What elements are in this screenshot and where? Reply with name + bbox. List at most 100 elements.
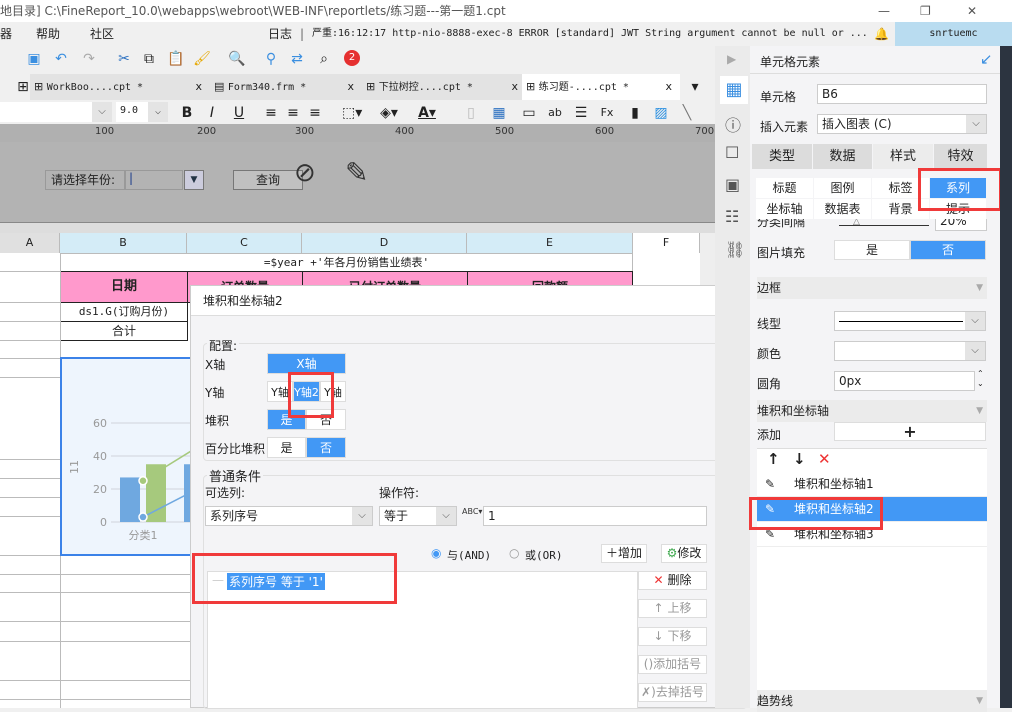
cell-header-date[interactable]: 日期 [60, 271, 188, 303]
condition-item[interactable]: 系列序号 等于 '1' [227, 573, 325, 590]
tab-list-icon[interactable]: ▾ [686, 78, 704, 96]
value-type-icon[interactable]: ABC▾ [462, 507, 482, 516]
move-up-button[interactable]: ↑ 上移 [638, 599, 707, 618]
eye-slash-icon[interactable]: ⊘ [294, 158, 316, 188]
table-icon[interactable]: ▦ [490, 104, 508, 122]
column-select[interactable]: 系列序号 ⌵ [205, 506, 373, 526]
condition-list[interactable]: — 系列序号 等于 '1' [207, 571, 638, 709]
cell-title-formula[interactable]: =$year +'年各月份销售业绩表' [60, 253, 633, 272]
preview-icon[interactable]: 🔍 [228, 50, 246, 68]
add-stack-button[interactable]: + [834, 422, 986, 441]
subtab-data-table[interactable]: 数据表 [814, 199, 871, 219]
move-up-icon[interactable]: ↑ [767, 450, 780, 468]
column-header-e[interactable]: E [467, 233, 633, 253]
close-button[interactable]: ✕ [967, 0, 977, 22]
trend-line-section[interactable]: 趋势线 ▼ [757, 690, 987, 712]
bold-icon[interactable]: B [178, 104, 196, 122]
cell-attr-icon[interactable]: ⓘ [725, 112, 741, 136]
chart-preview[interactable]: 0 20 40 60 11 分类1 [60, 357, 192, 556]
query-button[interactable]: 查询 [233, 170, 303, 190]
pencil-icon[interactable]: ✎ [765, 522, 775, 547]
modify-condition-button[interactable]: ⚙修改 [661, 544, 707, 563]
add-paren-button[interactable]: ()添加括号 [638, 655, 707, 674]
column-header-c[interactable]: C [187, 233, 302, 253]
image-fill-no[interactable]: 否 [910, 240, 986, 260]
move-down-button[interactable]: ↓ 下移 [638, 627, 707, 646]
notification-badge[interactable]: 2 [344, 50, 360, 66]
format-painter-icon[interactable]: 🖌 [193, 50, 211, 68]
remove-paren-button[interactable]: ✗)去掉括号 [638, 683, 707, 702]
and-radio[interactable]: ◉ [431, 546, 441, 560]
maximize-button[interactable]: ❐ [920, 0, 931, 22]
font-size-select[interactable]: 9.0 ⌵ [116, 102, 168, 122]
percent-no[interactable]: 否 [306, 437, 346, 458]
menu-item-community[interactable]: 社区 [90, 22, 114, 46]
spinner-icon[interactable]: ⌃ ⌄ [977, 369, 984, 389]
cell-input[interactable]: B6 [817, 84, 987, 104]
subtab-label[interactable]: 标签 [872, 178, 929, 198]
delete-button[interactable]: ✕ 删除 [638, 571, 707, 590]
search-icon[interactable]: ⌕ [315, 50, 333, 68]
column-header-f[interactable]: F [633, 233, 700, 253]
column-header-b[interactable]: B [60, 233, 187, 253]
border-section[interactable]: 边框 ▼ [757, 277, 987, 299]
pencil-icon[interactable]: ✎ [345, 156, 368, 189]
undo-icon[interactable]: ↶ [52, 50, 70, 68]
operator-select[interactable]: 等于 ⌵ [379, 506, 457, 526]
y-axis-option-3[interactable]: Y轴3 [320, 381, 346, 420]
close-tab-icon[interactable]: x [195, 74, 202, 100]
stack-axis-section[interactable]: 堆积和坐标轴 ▼ [757, 400, 987, 422]
border-icon[interactable]: ☐ [725, 143, 739, 162]
paste-icon[interactable]: 📋 [167, 50, 185, 68]
value-input[interactable]: 1 [483, 506, 707, 526]
subtab-axis[interactable]: 坐标轴 [756, 199, 813, 219]
cut-icon[interactable]: ✂ [115, 50, 133, 68]
tab-exercise[interactable]: ⊞ 练习题-....cpt * x [522, 74, 680, 100]
copy-icon[interactable]: ⧉ [140, 50, 158, 68]
bell-icon[interactable]: 🔔 [874, 22, 889, 46]
pencil-icon[interactable]: ✎ [765, 472, 775, 497]
tab-dropdown-tree[interactable]: ⊞ 下拉树控....cpt * x [362, 74, 522, 100]
italic-icon[interactable]: I [203, 104, 221, 122]
tab-workbook[interactable]: ⊞ WorkBoo....cpt * x [30, 74, 210, 100]
stack-yes[interactable]: 是 [267, 409, 306, 430]
fill-color-icon[interactable]: ◈▾ [380, 104, 398, 122]
menu-item-server[interactable]: 器 [0, 22, 12, 46]
subtab-tooltip[interactable]: 提示 [930, 199, 986, 219]
merge-icon[interactable]: ▯ [462, 104, 480, 122]
column-header-d[interactable]: D [302, 233, 467, 253]
log-label[interactable]: 日志 [268, 22, 292, 46]
tab-form[interactable]: ▤ Form340.frm * x [210, 74, 362, 100]
line-type-select[interactable]: ⌵ [834, 311, 986, 331]
expand-arrow-icon[interactable]: ▶ [727, 52, 736, 66]
tab-effect[interactable]: 特效 [934, 144, 987, 169]
x-axis-button[interactable]: X轴 [267, 353, 346, 374]
gap-input[interactable]: 20% [935, 219, 987, 231]
save-icon[interactable]: ▣ [25, 50, 43, 68]
year-select[interactable]: | [125, 170, 183, 190]
percent-yes[interactable]: 是 [267, 437, 306, 458]
menu-item-help[interactable]: 帮助 [36, 22, 60, 46]
slash-icon[interactable]: ╲ [678, 104, 696, 122]
tab-style[interactable]: 样式 [873, 144, 933, 169]
redo-icon[interactable]: ↷ [80, 50, 98, 68]
dropdown-icon[interactable]: ▼ [184, 170, 204, 190]
underline-icon[interactable]: U [230, 104, 248, 122]
y-axis-option-1[interactable]: Y轴 [267, 381, 293, 402]
rich-text-icon[interactable]: ☰ [572, 104, 590, 122]
widget-icon[interactable]: ▣ [725, 175, 740, 194]
stack-item-3[interactable]: ✎ 堆积和坐标轴3 [757, 522, 987, 547]
cell-element-icon[interactable]: ▦ [720, 76, 748, 104]
font-color-icon[interactable]: A▾ [418, 104, 436, 122]
color-select[interactable]: ⌵ [834, 341, 986, 361]
subtab-series[interactable]: 系列 [930, 178, 986, 198]
align-right-icon[interactable]: ≡ [306, 104, 324, 122]
image-icon[interactable]: ▨ [652, 104, 670, 122]
stack-item-1[interactable]: ✎ 堆积和坐标轴1 [757, 472, 987, 497]
y-axis-option-2[interactable]: Y轴2 [293, 381, 320, 402]
link-icon[interactable]: ⛓ [725, 240, 745, 259]
insert-select[interactable]: 插入图表 (C) ⌵ [817, 114, 987, 134]
subtab-background[interactable]: 背景 [872, 199, 929, 219]
pencil-icon[interactable]: ✎ [765, 497, 775, 522]
cell-total[interactable]: 合计 [60, 321, 188, 341]
